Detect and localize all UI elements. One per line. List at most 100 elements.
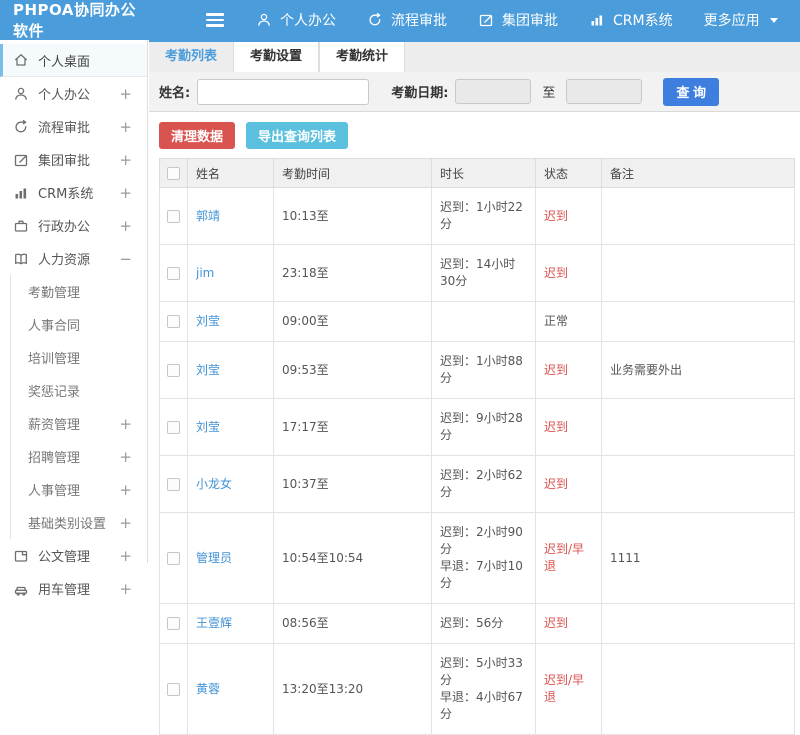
duration: 迟到：1小时88分 — [431, 341, 536, 399]
sidebar-item-label: CRM系统 — [38, 187, 94, 202]
tab-attendance-list[interactable]: 考勤列表 — [149, 42, 233, 72]
sidebar-item-label: 个人办公 — [38, 88, 91, 103]
chart-icon — [589, 12, 605, 28]
briefcase-icon — [13, 218, 29, 234]
top-nav-personal-office[interactable]: 个人办公 — [256, 10, 336, 30]
note — [601, 643, 795, 735]
submenu-item-label: 培训管理 — [28, 352, 81, 367]
expand-icon[interactable]: + — [119, 514, 132, 532]
flow-icon — [13, 119, 29, 135]
sidebar-item-label: 公文管理 — [38, 550, 91, 565]
query-button[interactable]: 查 询 — [663, 77, 720, 106]
top-nav-more-apps[interactable]: 更多应用 — [704, 10, 778, 30]
duration — [431, 301, 536, 342]
row-checkbox[interactable] — [167, 477, 180, 491]
expand-icon[interactable]: + — [119, 217, 132, 235]
duration: 迟到：2小时90分 早退：7小时10分 — [431, 512, 536, 604]
status-badge: 迟到 — [535, 341, 602, 399]
row-checkbox[interactable] — [167, 420, 180, 434]
menu-toggle-icon[interactable] — [206, 13, 224, 27]
submenu-item-training[interactable]: 培训管理 — [11, 341, 147, 374]
column-header-note: 备注 — [601, 158, 795, 188]
table-row: jim 23:18至 迟到：14小时30分 迟到 — [159, 244, 795, 302]
date-filter-label: 考勤日期: — [391, 86, 449, 101]
duration: 迟到：56分 — [431, 603, 536, 644]
sidebar-item-documents[interactable]: 公文管理 + — [0, 539, 147, 572]
expand-icon[interactable]: + — [119, 415, 132, 433]
top-nav-crm[interactable]: CRM系统 — [589, 10, 673, 30]
employee-name-link[interactable]: 小龙女 — [196, 477, 232, 491]
top-nav-label: 流程审批 — [391, 13, 447, 29]
sidebar-item-admin-office[interactable]: 行政办公 + — [0, 209, 147, 242]
row-checkbox[interactable] — [167, 315, 180, 328]
document-icon — [13, 548, 29, 564]
employee-name-link[interactable]: 管理员 — [196, 551, 232, 565]
caret-down-icon — [769, 17, 778, 23]
sidebar-item-workflow-approval[interactable]: 流程审批 + — [0, 110, 147, 143]
duration: 迟到：14小时30分 — [431, 244, 536, 302]
clean-data-button[interactable]: 清理数据 — [159, 122, 236, 149]
submenu-item-base-categories[interactable]: 基础类别设置 + — [11, 506, 147, 539]
car-icon — [13, 581, 29, 597]
expand-icon[interactable]: + — [119, 118, 132, 136]
sidebar: 个人桌面 个人办公 + 流程审批 + 集团审批 + CRM系统 + 行政办公 +… — [0, 40, 148, 598]
expand-icon[interactable]: + — [119, 184, 132, 202]
row-checkbox[interactable] — [167, 682, 180, 696]
expand-icon[interactable]: + — [119, 151, 132, 169]
submenu-item-rewards[interactable]: 奖惩记录 — [11, 374, 147, 407]
export-list-button[interactable]: 导出查询列表 — [246, 122, 349, 149]
select-all-checkbox[interactable] — [167, 167, 180, 180]
employee-name-link[interactable]: 王壹辉 — [196, 616, 232, 630]
table-row: 刘莹 09:53至 迟到：1小时88分 迟到 业务需要外出 — [159, 341, 795, 399]
submenu-item-recruitment[interactable]: 招聘管理 + — [11, 440, 147, 473]
duration: 迟到：9小时28分 — [431, 398, 536, 456]
attendance-time: 09:00至 — [273, 301, 432, 342]
note — [601, 398, 795, 456]
top-nav-label: CRM系统 — [613, 13, 673, 29]
sidebar-item-crm[interactable]: CRM系统 + — [0, 176, 147, 209]
sidebar-item-personal-desktop[interactable]: 个人桌面 — [0, 44, 147, 77]
employee-name-link[interactable]: jim — [196, 266, 214, 280]
status-badge: 迟到 — [535, 187, 602, 245]
employee-name-link[interactable]: 刘莹 — [196, 314, 220, 328]
submenu-item-salary[interactable]: 薪资管理 + — [11, 407, 147, 440]
date-from-input[interactable] — [455, 79, 532, 104]
submenu-item-hr-contract[interactable]: 人事合同 — [11, 308, 147, 341]
submenu-item-label: 招聘管理 — [28, 451, 81, 466]
row-checkbox[interactable] — [167, 617, 180, 630]
sidebar-item-vehicles[interactable]: 用车管理 + — [0, 572, 147, 605]
expand-icon[interactable]: + — [119, 85, 132, 103]
expand-icon[interactable]: + — [119, 448, 132, 466]
expand-icon[interactable]: + — [119, 580, 132, 598]
employee-name-link[interactable]: 黄蓉 — [196, 682, 220, 696]
row-checkbox[interactable] — [167, 363, 180, 377]
row-checkbox[interactable] — [167, 209, 180, 223]
table-row: 小龙女 10:37至 迟到：2小时62分 迟到 — [159, 455, 795, 513]
tab-attendance-statistics[interactable]: 考勤统计 — [319, 42, 406, 72]
submenu-item-attendance[interactable]: 考勤管理 — [11, 275, 147, 308]
sidebar-item-personal-office[interactable]: 个人办公 + — [0, 77, 147, 110]
employee-name-link[interactable]: 刘莹 — [196, 420, 220, 434]
column-header-time: 考勤时间 — [273, 158, 432, 188]
status-badge: 迟到 — [535, 455, 602, 513]
row-checkbox[interactable] — [167, 266, 180, 280]
note: 业务需要外出 — [601, 341, 795, 399]
top-nav-workflow-approval[interactable]: 流程审批 — [367, 10, 447, 30]
attendance-time: 10:13至 — [273, 187, 432, 245]
date-to-input[interactable] — [566, 79, 643, 104]
expand-icon[interactable]: + — [119, 481, 132, 499]
top-nav-group-approval[interactable]: 集团审批 — [478, 10, 558, 30]
employee-name-link[interactable]: 郭靖 — [196, 209, 220, 223]
column-header-duration: 时长 — [431, 158, 536, 188]
submenu-item-personnel[interactable]: 人事管理 + — [11, 473, 147, 506]
sidebar-item-human-resources[interactable]: 人力资源 − — [0, 242, 147, 275]
tab-attendance-settings[interactable]: 考勤设置 — [233, 42, 320, 72]
sidebar-item-group-approval[interactable]: 集团审批 + — [0, 143, 147, 176]
name-filter-input[interactable] — [197, 78, 370, 105]
table-row: 刘莹 09:00至 正常 — [159, 301, 795, 342]
collapse-icon[interactable]: − — [119, 250, 132, 268]
top-bar: PHPOA协同办公软件 个人办公 流程审批 集团审批 CRM系统 更多应用 — [0, 0, 800, 40]
expand-icon[interactable]: + — [119, 547, 132, 565]
sidebar-item-label: 集团审批 — [38, 154, 91, 169]
employee-name-link[interactable]: 刘莹 — [196, 363, 220, 377]
